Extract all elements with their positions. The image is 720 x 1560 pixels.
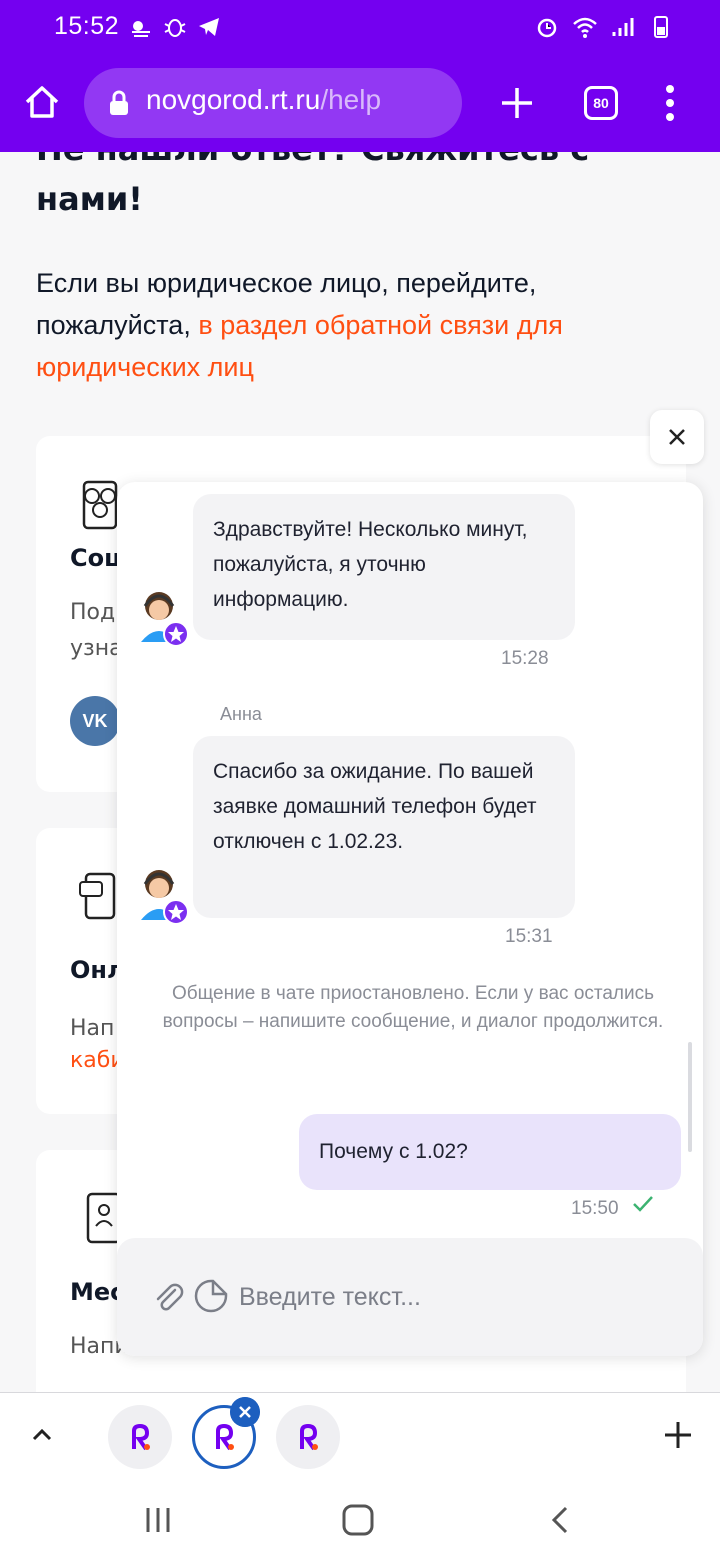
browser-top-bar: 15:52 novgorod.rt.ru/help 80 <box>0 0 720 152</box>
add-tab-icon[interactable] <box>662 1419 694 1451</box>
message-time: 15:50 <box>571 1198 619 1219</box>
system-notice: Общение в чате приостановлено. Если у ва… <box>162 983 664 1032</box>
tab-thumbnail[interactable] <box>108 1405 172 1469</box>
tab-thumbnail[interactable] <box>276 1405 340 1469</box>
agent-name: Анна <box>220 704 262 724</box>
message-input[interactable] <box>239 1272 679 1322</box>
tab-strip <box>0 1392 720 1476</box>
agent-avatar <box>141 592 189 647</box>
wifi-icon <box>573 17 597 38</box>
vk-icon[interactable]: VK <box>70 696 120 746</box>
new-tab-icon[interactable] <box>498 84 536 122</box>
more-menu-icon[interactable] <box>660 84 680 122</box>
back-icon[interactable] <box>544 1502 580 1538</box>
rostelecom-logo-icon <box>216 1423 234 1451</box>
close-tab-icon[interactable] <box>230 1397 260 1427</box>
chat-window: Здравствуйте! Несколько минут, пожалуйст… <box>117 482 703 1356</box>
sticker-icon[interactable] <box>193 1278 229 1314</box>
agent-avatar <box>141 870 189 925</box>
close-chat-icon[interactable] <box>650 410 704 464</box>
tab-count-button[interactable]: 80 <box>584 86 618 120</box>
message-time: 15:28 <box>501 648 549 669</box>
page-heading: Не нашли ответ? Свяжитесь с нами! <box>36 152 589 218</box>
status-time: 15:52 <box>54 12 120 40</box>
rostelecom-logo-icon <box>132 1423 150 1451</box>
online-chat-icon <box>79 872 116 920</box>
status-right-icons <box>534 14 674 40</box>
agent-message-bubble: Спасибо за ожидание. По вашей заявке дом… <box>193 736 575 918</box>
message-time: 15:31 <box>505 926 553 947</box>
signal-icon <box>612 18 634 36</box>
status-left-icons <box>128 14 222 40</box>
system-nav-bar <box>0 1476 720 1560</box>
bug-icon <box>164 19 186 37</box>
intro-paragraph: Если вы юридическое лицо, перейдите, пож… <box>36 262 676 388</box>
telegram-icon <box>199 18 219 36</box>
agent-message-bubble: Здравствуйте! Несколько минут, пожалуйст… <box>193 494 575 640</box>
card-text: Под <box>70 600 116 625</box>
url-text[interactable]: novgorod.rt.ru/help <box>146 84 381 116</box>
recent-apps-icon[interactable] <box>140 1502 176 1538</box>
alarm-icon <box>537 18 557 38</box>
lock-icon <box>110 90 128 115</box>
chat-scrollbar[interactable] <box>688 1042 692 1152</box>
url-path: /help <box>320 84 382 115</box>
message-composer <box>117 1238 703 1356</box>
weather-icon <box>132 21 150 37</box>
status-bar: 15:52 <box>0 0 720 56</box>
card-text: узна <box>70 636 123 661</box>
rostelecom-logo-icon <box>300 1423 318 1451</box>
chevron-up-icon[interactable] <box>28 1421 56 1449</box>
card-text: Нап <box>70 1016 115 1041</box>
battery-icon <box>654 16 668 38</box>
url-host: novgorod.rt.ru <box>146 84 321 115</box>
home-icon[interactable] <box>22 82 62 122</box>
attach-icon[interactable] <box>151 1280 185 1314</box>
delivered-check-icon <box>633 1196 653 1212</box>
user-message-bubble: Почему с 1.02? <box>299 1114 681 1190</box>
home-nav-icon[interactable] <box>340 1502 376 1538</box>
card-title: Соц <box>70 544 122 572</box>
